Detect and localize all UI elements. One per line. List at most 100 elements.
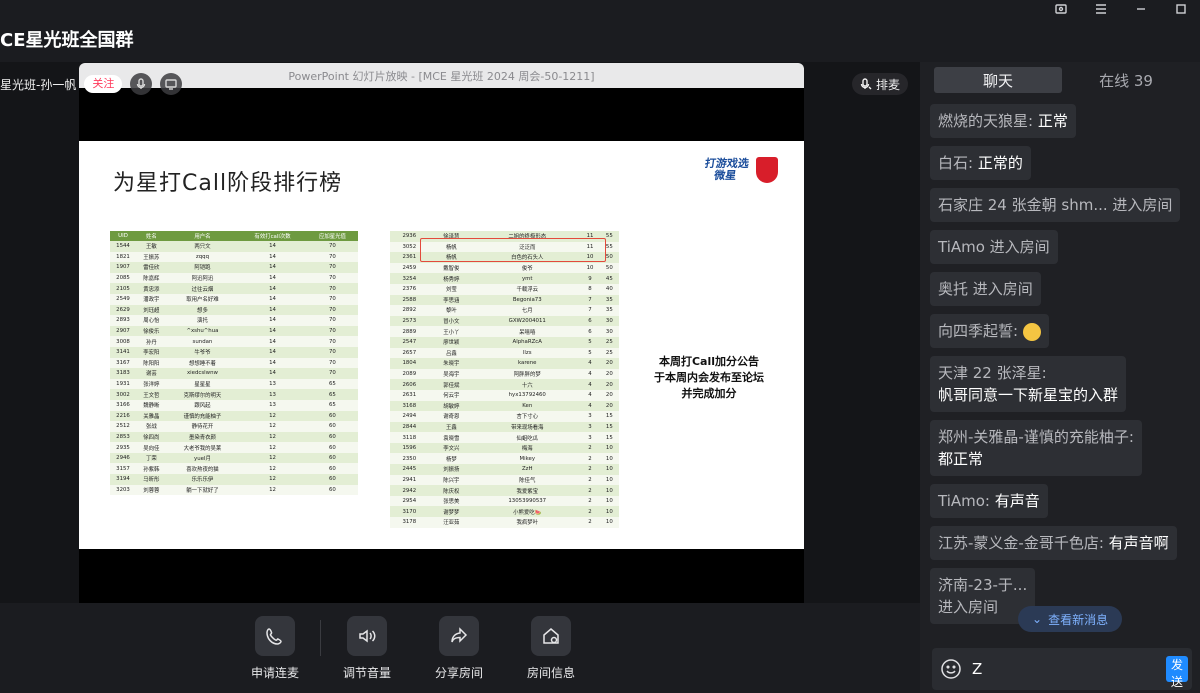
- table-cell: 13053990537: [474, 495, 581, 507]
- table-row: 2459 戴智俊 俊爷 10 50: [390, 262, 619, 274]
- table-row: 3167 陈阳阳 想想睡不着 14 70: [110, 357, 358, 369]
- table-cell: 3002: [110, 389, 136, 400]
- notice-line: 并完成加分: [681, 387, 737, 400]
- table-cell: 2: [580, 464, 600, 475]
- table-cell: 70: [306, 357, 358, 369]
- table-cell: 3008: [110, 336, 136, 347]
- table-cell: 言下寸心: [474, 411, 581, 422]
- window-controls: [1054, 0, 1188, 18]
- table-cell: 谨慎的充能柚子: [166, 410, 239, 422]
- table-row: 3008 孙丹 sundan 14 70: [110, 336, 358, 347]
- table-cell: 60: [306, 463, 358, 475]
- apply-mic-button[interactable]: 申请连麦: [240, 616, 310, 681]
- table-cell: 刘蓉蓉: [136, 484, 167, 496]
- table-cell: 袁晓雪: [428, 432, 475, 443]
- table-row: 2512 张战 静待花开 12 60: [110, 421, 358, 432]
- table-cell: 陈庆权: [428, 485, 475, 496]
- table-row: 3002 王文哲 克斯缪尔的明天 13 65: [110, 389, 358, 400]
- notice-line: 本周打Call加分公告: [658, 355, 760, 368]
- table-cell: 王小丫: [428, 326, 475, 337]
- table-cell: 12: [238, 431, 307, 443]
- table-row: 2954 张思美 13053990537 2 10: [390, 495, 619, 507]
- tab-chat[interactable]: 聊天: [934, 67, 1062, 93]
- table-cell: 2547: [390, 336, 429, 348]
- new-msg-label: 查看新消息: [1048, 612, 1109, 627]
- chat-message: TiAmo: 有声音: [930, 484, 1048, 518]
- table-cell: 70: [306, 325, 358, 337]
- table-row: 2893 周心怡 演托 14 70: [110, 315, 358, 326]
- table-row: 3168 胡敏婷 Ken 4 20: [390, 400, 619, 412]
- table-cell: 70: [306, 368, 358, 379]
- table-cell: 王鑫: [428, 421, 475, 433]
- slide: 为星打Call阶段排行榜 打游戏选微星 UID 姓名 用户名 有效打call次数 应加星…: [79, 141, 804, 549]
- table-cell: 吕鑫: [428, 347, 475, 359]
- table-cell: 70: [306, 346, 358, 358]
- table-cell: 墨染青衣颜: [166, 431, 239, 443]
- msi-logo: 打游戏选微星: [702, 157, 778, 183]
- table-cell: 陈兴宇: [428, 474, 475, 486]
- table-cell: 10: [599, 485, 619, 496]
- queue-button[interactable]: 排麦: [852, 73, 909, 95]
- share-room-button[interactable]: 分享房间: [424, 616, 494, 681]
- table-cell: 2: [580, 495, 600, 507]
- table-cell: 7: [580, 294, 600, 306]
- table-cell: 2892: [390, 305, 429, 316]
- table-cell: 1931: [110, 378, 136, 390]
- volume-button[interactable]: 调节音量: [332, 616, 402, 681]
- table-cell: 2941: [390, 474, 429, 486]
- table-cell: 带来现场看海: [474, 421, 581, 433]
- tab-online[interactable]: 在线 39: [1062, 67, 1190, 93]
- table-cell: 70: [306, 336, 358, 347]
- table-cell: 13: [238, 389, 307, 400]
- table-cell: 4: [580, 389, 600, 401]
- emoji-icon[interactable]: [940, 658, 962, 680]
- table-cell: 李文兴: [428, 442, 475, 454]
- screen-share-icon[interactable]: [160, 73, 183, 95]
- table-cell: 陈佳气: [474, 474, 581, 486]
- view-new-messages-button[interactable]: ⌄ 查看新消息: [1018, 606, 1123, 632]
- chat-input[interactable]: [962, 654, 1166, 684]
- ctrl-label: 申请连麦: [250, 666, 299, 680]
- table-cell: Mikey: [474, 453, 581, 465]
- table-cell: 王文哲: [136, 389, 167, 400]
- chat-message: 江苏-蒙义金-金哥千色店: 有声音啊: [930, 526, 1177, 560]
- table-cell: 黄忠添: [136, 283, 167, 294]
- table-cell: GXW2004011: [474, 315, 581, 327]
- menu-icon[interactable]: [1094, 2, 1108, 16]
- mic-icon[interactable]: [130, 73, 153, 95]
- table-cell: 2: [580, 506, 600, 518]
- room-info-button[interactable]: 房间信息: [516, 616, 586, 681]
- chat-panel: 聊天 在线 39 燃烧的天狼星: 正常 白石: 正常的 石家庄 24 张金朝 s…: [920, 62, 1200, 693]
- message-text: 有声音啊: [1108, 534, 1169, 552]
- table-row: 2907 徐俊乐 ^xshu^hua 14 70: [110, 325, 358, 337]
- follow-button[interactable]: 关注: [84, 75, 123, 93]
- table-cell: llzs: [474, 347, 581, 359]
- notice-text: 本周打Call加分公告 于本周内会发布至论坛 并完成加分: [639, 354, 779, 402]
- send-button[interactable]: 发送: [1166, 656, 1188, 689]
- table-cell: 10: [599, 495, 619, 507]
- table-cell: 20: [599, 379, 619, 390]
- table-cell: 14: [238, 272, 307, 284]
- table-header: 应加星光值: [306, 231, 358, 241]
- table-header: UID: [110, 231, 136, 241]
- table-cell: 3: [580, 421, 600, 433]
- table-cell: 喜欢熬夜的猫: [166, 463, 239, 475]
- share-icon: [439, 616, 479, 656]
- table-cell: 冒小文: [428, 315, 475, 327]
- table-row: 1804 朱晓宇 karene 4 20: [390, 358, 619, 369]
- table-cell: xiedcslwnw: [166, 368, 239, 379]
- message-list[interactable]: 燃烧的天狼星: 正常 白石: 正常的 石家庄 24 张金朝 shm... 进入房…: [930, 104, 1200, 654]
- table-cell: 2606: [390, 379, 429, 390]
- maximize-icon[interactable]: [1174, 2, 1188, 16]
- table-cell: 14: [238, 251, 307, 263]
- minimize-icon[interactable]: [1134, 2, 1148, 16]
- table-cell: 我爱紫宝: [474, 485, 581, 496]
- chat-message: TiAmo 进入房间: [930, 230, 1058, 264]
- divider: [320, 620, 321, 656]
- table-cell: 2085: [110, 272, 136, 284]
- table-cell: 12: [238, 410, 307, 422]
- table-cell: 小熊爱吃🍉: [474, 506, 581, 518]
- table-cell: 2: [580, 442, 600, 454]
- table-cell: 30: [599, 326, 619, 337]
- screen-record-icon[interactable]: [1054, 2, 1068, 16]
